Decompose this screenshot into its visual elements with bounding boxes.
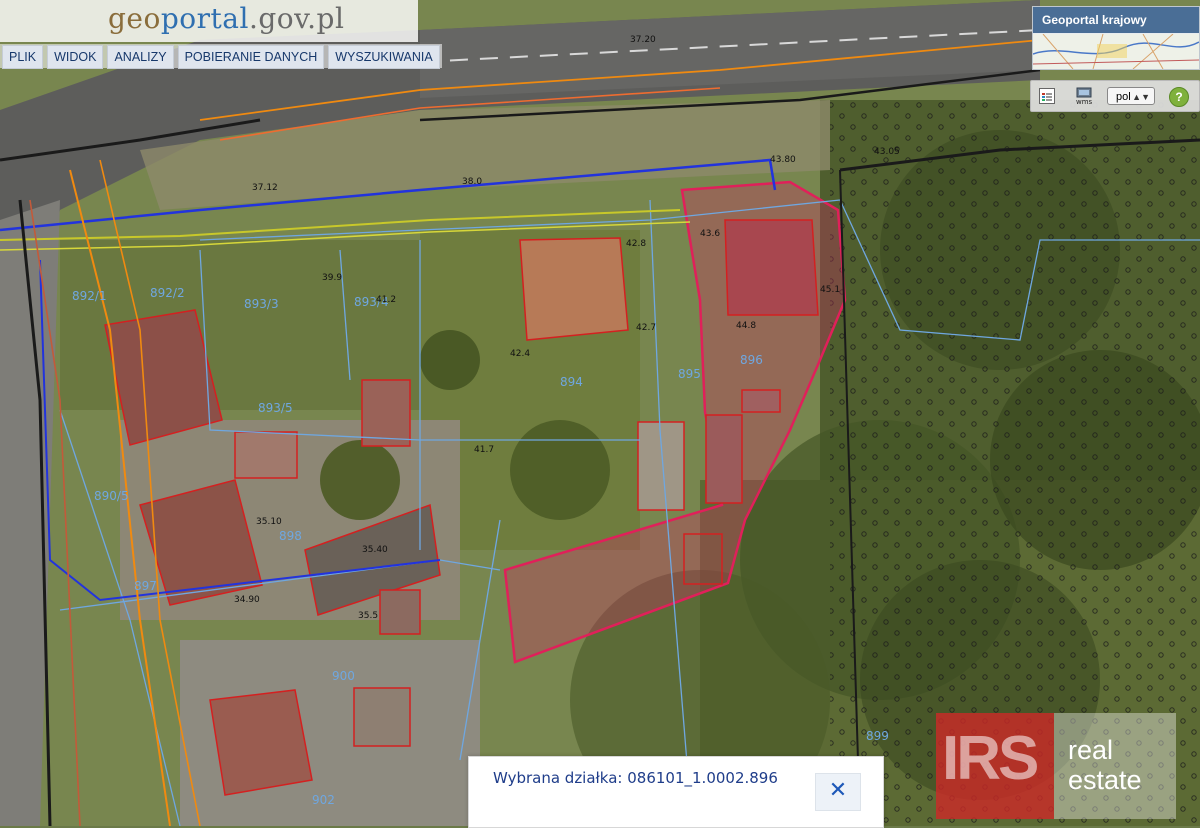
- close-icon[interactable]: ✕: [815, 773, 861, 811]
- watermark-real-estate: real estate: [1054, 713, 1176, 819]
- language-value: pol: [1116, 91, 1131, 103]
- overview-map-thumbnail[interactable]: [1033, 34, 1199, 69]
- map-elevation-label: 41.2: [376, 295, 396, 305]
- main-menu: PLIK WIDOK ANALIZY POBIERANIE DANYCH WYS…: [0, 44, 442, 69]
- map-parcel-label: 894: [560, 375, 583, 389]
- map-parcel-label: 892/1: [72, 289, 107, 303]
- overview-map-panel[interactable]: Geoportal krajowy: [1032, 6, 1200, 70]
- map-elevation-label: 35.5: [358, 611, 378, 621]
- menu-widok[interactable]: WIDOK: [47, 45, 104, 69]
- map-elevation-label: 44.8: [736, 321, 756, 331]
- map-elevation-label: 37.20: [630, 35, 656, 45]
- map-elevation-label: 42.7: [636, 323, 656, 333]
- map-parcel-label: 890/5: [94, 489, 129, 503]
- logo-bar: geoportal.gov.pl: [0, 0, 418, 42]
- help-icon[interactable]: ?: [1169, 87, 1189, 107]
- map-elevation-label: 35.10: [256, 517, 282, 527]
- map-parcel-label: 893/3: [244, 297, 279, 311]
- map-elevation-label: 41.7: [474, 445, 494, 455]
- map-elevation-label: 42.8: [626, 239, 646, 249]
- map-elevation-label: 43.05: [874, 147, 900, 157]
- map-elevation-label: 39.9: [322, 273, 342, 283]
- map-elevation-label: 38.0: [462, 177, 482, 187]
- map-elevation-label: 42.4: [510, 349, 530, 359]
- map-parcel-label: 899: [866, 729, 889, 743]
- legend-icon[interactable]: [1039, 88, 1055, 104]
- geoportal-logo[interactable]: geoportal.gov.pl: [108, 2, 344, 35]
- selected-parcel-text: Wybrana działka: 086101_1.0002.896: [493, 769, 778, 787]
- map-parcel-label: 895: [678, 367, 701, 381]
- map-parcel-label: 898: [279, 529, 302, 543]
- map-parcel-label: 902: [312, 793, 335, 807]
- selected-parcel-popup: Wybrana działka: 086101_1.0002.896 ✕: [468, 756, 884, 828]
- chevron-down-icon: ▲▼: [1132, 92, 1150, 102]
- watermark-irs: IRS: [936, 713, 1054, 819]
- svg-text:wms: wms: [1076, 98, 1093, 105]
- map-parcel-label: 896: [740, 353, 763, 367]
- map-parcel-label: 900: [332, 669, 355, 683]
- language-select[interactable]: pol ▲▼: [1107, 87, 1155, 105]
- map-parcel-label: 893/5: [258, 401, 293, 415]
- menu-analizy[interactable]: ANALIZY: [107, 45, 174, 69]
- overview-title: Geoportal krajowy: [1033, 7, 1199, 33]
- map-parcel-label: 892/2: [150, 286, 185, 300]
- map-canvas[interactable]: 892/1 893/3 893/4 892/2 893/5 894 895 89…: [0, 0, 1200, 826]
- map-toolbar: wms pol ▲▼ ?: [1030, 80, 1200, 112]
- menu-wyszukiwania[interactable]: WYSZUKIWANIA: [328, 45, 440, 69]
- map-elevation-label: 37.12: [252, 183, 278, 193]
- watermark-logo: IRS real estate: [936, 713, 1176, 819]
- wms-icon[interactable]: wms: [1075, 87, 1095, 106]
- map-elevation-label: 43.6: [700, 229, 720, 239]
- menu-pobieranie-danych[interactable]: POBIERANIE DANYCH: [177, 45, 325, 69]
- map-elevation-label: 43.80: [770, 155, 796, 165]
- map-elevation-label: 45.1: [820, 285, 840, 295]
- map-parcel-label: 897: [134, 579, 157, 593]
- map-elevation-label: 35.40: [362, 545, 388, 555]
- map-elevation-label: 34.90: [234, 595, 260, 605]
- menu-plik[interactable]: PLIK: [2, 45, 44, 69]
